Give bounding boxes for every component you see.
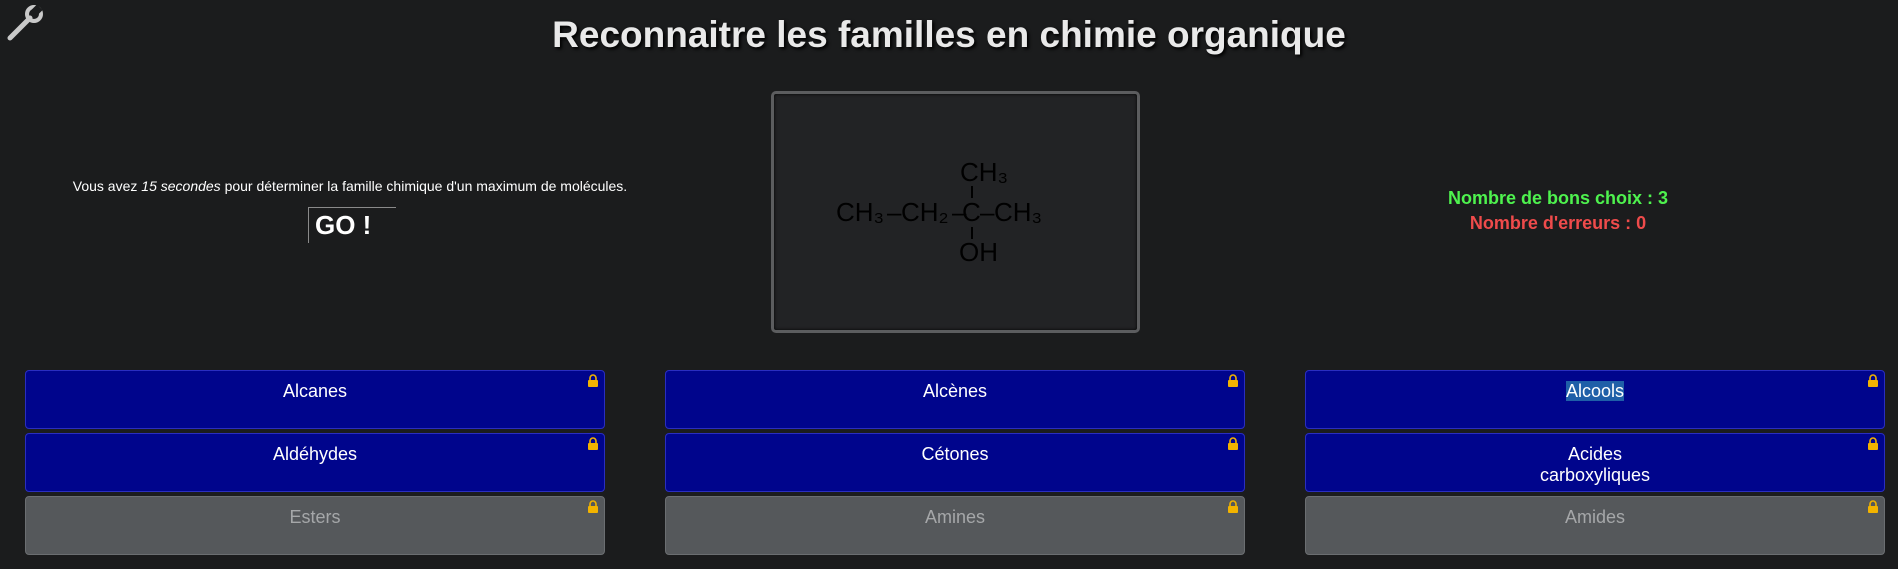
choice-label: Alcènes — [922, 381, 988, 401]
molecule-group-ch3-left: CH₃ — [836, 197, 884, 227]
instructions-suffix: pour déterminer la famille chimique d'un… — [220, 178, 628, 194]
choice-alcanes[interactable]: Alcanes — [25, 370, 605, 429]
choice-label-line2: carboxyliques — [1539, 465, 1651, 485]
go-button[interactable]: GO ! — [308, 207, 396, 243]
choice-label-line1: Acides — [1567, 444, 1623, 464]
choice-label: Aldéhydes — [272, 444, 358, 464]
lock-icon — [588, 500, 598, 513]
choice-alcools[interactable]: Alcools — [1305, 370, 1885, 429]
lock-icon — [1228, 437, 1238, 450]
molecule-group-ch2: CH₂ — [901, 197, 949, 227]
instructions-duration: 15 secondes — [141, 178, 221, 194]
lock-icon — [588, 437, 598, 450]
molecule-panel: CH₃ – CH₂ – C – CH₃ CH₃ OH — [771, 91, 1140, 333]
good-choices-count: Nombre de bons choix : 3 — [1447, 188, 1669, 208]
molecule-formula: CH₃ – CH₂ – C – CH₃ CH₃ OH — [836, 157, 1042, 267]
molecule-central-carbon: C — [962, 197, 981, 227]
lock-icon — [1868, 437, 1878, 450]
lock-icon — [1228, 374, 1238, 387]
molecule-group-ch3-top: CH₃ — [960, 157, 1008, 187]
choice-cetones[interactable]: Cétones — [665, 433, 1245, 492]
choice-acides-carboxyliques[interactable]: Acides carboxyliques — [1305, 433, 1885, 492]
choice-amines[interactable]: Amines — [665, 496, 1245, 555]
page-title: Reconnaitre les familles en chimie organ… — [552, 14, 1346, 55]
molecule-group-oh: OH — [959, 237, 998, 267]
choice-amides[interactable]: Amides — [1305, 496, 1885, 555]
lock-icon — [1868, 374, 1878, 387]
errors-count: Nombre d'erreurs : 0 — [1469, 213, 1647, 233]
choice-label: Alcools — [1565, 381, 1625, 401]
lock-icon — [1228, 500, 1238, 513]
lock-icon — [588, 374, 598, 387]
molecule-group-ch3-right: CH₃ — [994, 197, 1042, 227]
choice-aldehydes[interactable]: Aldéhydes — [25, 433, 605, 492]
score-panel: Nombre de bons choix : 3 Nombre d'erreur… — [1360, 186, 1756, 236]
choice-alcenes[interactable]: Alcènes — [665, 370, 1245, 429]
choice-label: Amines — [924, 507, 986, 527]
lock-icon — [1868, 500, 1878, 513]
choice-esters[interactable]: Esters — [25, 496, 605, 555]
choice-label: Esters — [289, 507, 341, 527]
choice-label: Amides — [1564, 507, 1626, 527]
instructions-text: Vous avez 15 secondes pour déterminer la… — [40, 178, 660, 194]
choice-label: Cétones — [921, 444, 989, 464]
molecule-bond: – — [887, 197, 902, 227]
molecule-bond: – — [980, 197, 995, 227]
instructions-prefix: Vous avez — [72, 178, 142, 194]
choice-label: Alcanes — [282, 381, 348, 401]
